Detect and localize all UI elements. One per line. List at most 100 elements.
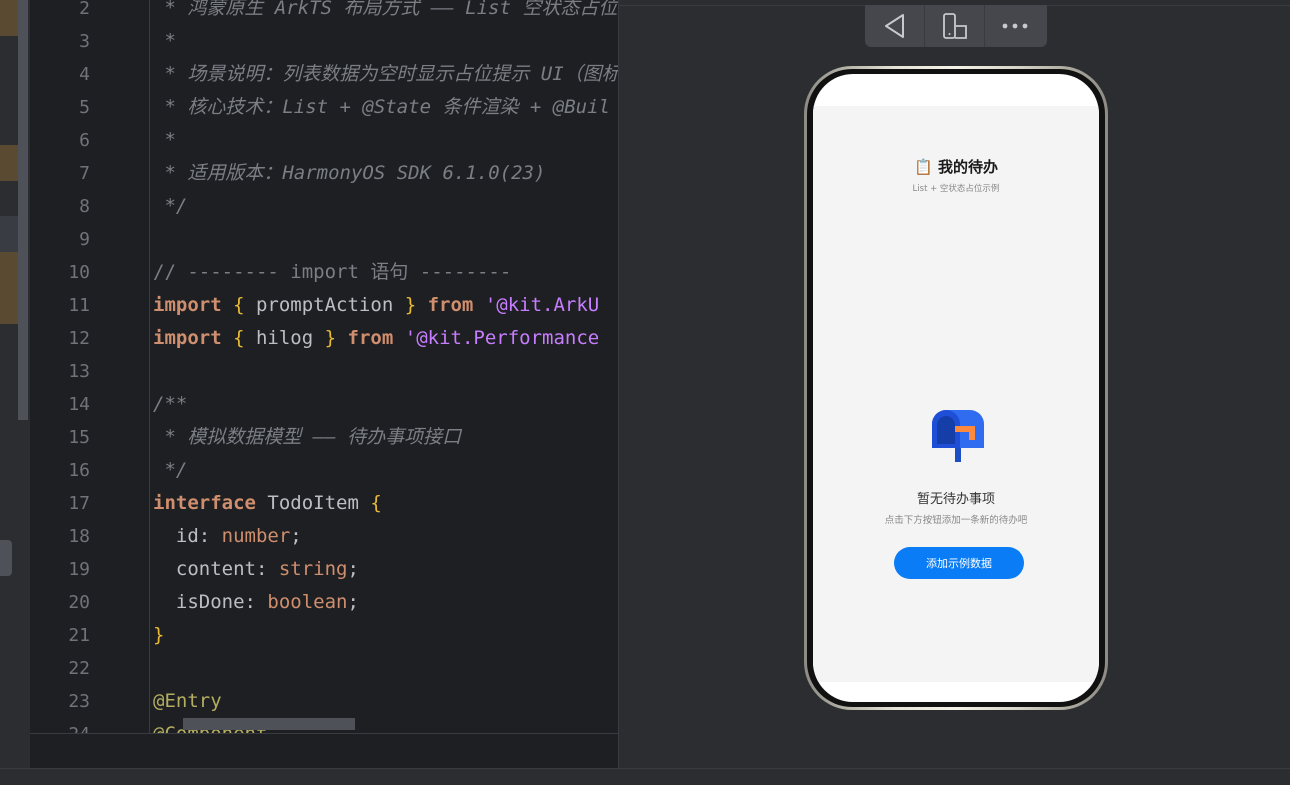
code-token: */ [153,459,188,481]
code-text: @Entry [153,685,222,718]
code-text: */ [153,454,187,487]
code-line[interactable]: 15 * 模拟数据模型 —— 待办事项接口 [30,421,618,454]
code-line[interactable]: 11 import { promptAction } from '@kit.Ark… [30,289,618,322]
code-token: from [347,327,394,349]
code-editor[interactable]: 2 * 鸿蒙原生 ArkTS 布局方式 —— List 空状态占位 3 * 4 * … [30,0,618,733]
side-panel-tab[interactable] [0,540,12,576]
code-token: { [233,294,245,316]
code-line[interactable]: 10 // -------- import 语句 -------- [30,256,618,289]
code-line[interactable]: 14 /** [30,388,618,421]
code-token: interface [153,492,256,514]
line-number: 19 [68,559,90,580]
code-token: * 鸿蒙原生 ArkTS 布局方式 —— List 空状态占位 [153,0,618,19]
left-tool-strip [0,0,30,768]
line-number: 23 [68,691,90,712]
code-token: number [221,525,291,547]
line-number: 18 [68,526,90,547]
code-text: * 适用版本：HarmonyOS SDK 6.1.0(23) [153,157,545,190]
line-number: 13 [68,361,90,382]
code-token: // -------- import 语句 -------- [153,261,512,283]
code-line[interactable]: 20 isDone: boolean; [30,586,618,619]
code-line[interactable]: 6 * [30,124,618,157]
page-subtitle: List + 空状态占位示例 [912,184,1000,194]
code-token: from [427,294,474,316]
line-number: 21 [68,625,90,646]
code-line[interactable]: 17 interface TodoItem { [30,487,618,520]
line-number: 7 [79,163,90,184]
code-token: */ [153,195,188,217]
code-token: import [153,294,222,316]
code-line[interactable]: 22 [30,652,618,685]
code-token: import [153,327,222,349]
code-text: id: number; [153,520,302,553]
more-button[interactable] [985,5,1045,47]
line-number: 2 [79,0,90,19]
code-line[interactable]: 16 */ [30,454,618,487]
add-sample-data-button[interactable]: 添加示例数据 [894,547,1024,579]
left-scrollbar[interactable] [18,0,28,420]
previewer-toolbar [865,5,1047,47]
rotate-device-icon [942,13,967,39]
code-token: TodoItem [255,492,371,514]
line-number: 11 [68,295,90,316]
empty-state-title: 暂无待办事项 [916,492,995,507]
code-line[interactable]: 9 [30,223,618,256]
code-token: /** [153,393,188,415]
device-screen: 📋 我的待办 List + 空状态占位示例 暂无待办事项 点击下方按钮添加一条新… [813,74,1099,702]
line-number: 9 [79,229,90,250]
code-text: */ [153,190,187,223]
editor-bottom-area [30,733,618,769]
line-number: 20 [68,592,90,613]
line-number: 24 [30,718,90,733]
code-token: * [153,129,176,151]
code-text: content: string; [153,553,359,586]
line-number: 22 [68,658,90,679]
code-token: ; [347,591,359,613]
editor-horizontal-scrollbar[interactable] [183,718,355,730]
more-dots-icon [1002,23,1028,29]
device-frame: 📋 我的待办 List + 空状态占位示例 暂无待办事项 点击下方按钮添加一条新… [804,66,1108,710]
code-token: } [153,624,165,646]
code-token: promptAction [244,294,405,316]
line-number: 15 [68,427,90,448]
code-line[interactable]: 21} [30,619,618,652]
code-token: ; [347,558,359,580]
back-button[interactable] [865,5,925,47]
code-line[interactable]: 12 import { hilog } from '@kit.Performanc… [30,322,618,355]
code-line[interactable]: 13 [30,355,618,388]
empty-state-description: 点击下方按钮添加一条新的待办吧 [884,515,1028,526]
code-line[interactable]: 5 * 核心技术：List + @State 条件渲染 + @Buil [30,91,618,124]
code-text: * 场景说明：列表数据为空时显示占位提示 UI（图标 [153,58,618,91]
line-number: 14 [68,394,90,415]
code-line[interactable]: 18 id: number; [30,520,618,553]
line-number: 5 [79,97,90,118]
code-token: '@kit.ArkU [484,294,600,316]
line-number: 8 [79,196,90,217]
code-token: ; [290,525,302,547]
code-line[interactable]: 7 * 适用版本：HarmonyOS SDK 6.1.0(23) [30,157,618,190]
code-token: } [404,294,417,316]
code-line[interactable]: 19 content: string; [30,553,618,586]
code-text: /** [153,388,187,421]
previewer-panel: 📋 我的待办 List + 空状态占位示例 暂无待办事项 点击下方按钮添加一条新… [618,0,1290,768]
rotate-button[interactable] [925,5,985,47]
code-token: '@kit.Performance [404,327,600,349]
back-triangle-icon [884,14,904,38]
code-token: string [278,558,348,580]
code-line[interactable]: 8 */ [30,190,618,223]
code-line[interactable]: 3 * [30,25,618,58]
code-token: * 核心技术：List + @State 条件渲染 + @Buil [153,96,610,118]
code-line[interactable]: 23 @Entry [30,685,618,718]
code-token: { [233,327,245,349]
line-number: 6 [79,130,90,151]
code-text: import { hilog } from '@kit.Performance [153,322,599,355]
code-token: content: [153,558,279,580]
code-line[interactable]: 4 * 场景说明：列表数据为空时显示占位提示 UI（图标 [30,58,618,91]
line-number: 17 [68,493,90,514]
code-line[interactable]: 2 * 鸿蒙原生 ArkTS 布局方式 —— List 空状态占位 [30,0,618,25]
code-token: boolean [267,591,348,613]
code-text: * 核心技术：List + @State 条件渲染 + @Buil [153,91,610,124]
